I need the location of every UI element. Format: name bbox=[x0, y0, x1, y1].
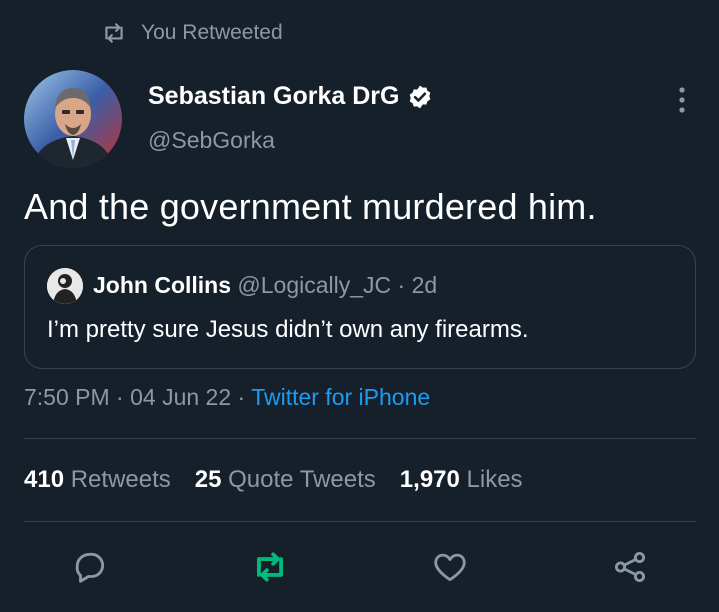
meta-separator: · bbox=[237, 384, 246, 410]
likes-stat[interactable]: 1,970 Likes bbox=[400, 466, 523, 494]
likes-count: 1,970 bbox=[399, 466, 460, 493]
quote-text: I’m pretty sure Jesus didn’t own any fir… bbox=[47, 316, 529, 343]
retweet-icon bbox=[105, 23, 123, 43]
quote-avatar[interactable] bbox=[47, 268, 83, 304]
tweet-meta: 7:50 PM · 04 Jun 22 · Twitter for iPhone bbox=[24, 384, 430, 411]
like-icon[interactable] bbox=[431, 548, 469, 586]
retweets-stat[interactable]: 410 Retweets bbox=[24, 466, 171, 494]
likes-label: Likes bbox=[466, 466, 523, 493]
retweets-count: 410 bbox=[24, 466, 65, 493]
verified-badge-icon bbox=[410, 85, 431, 108]
share-icon[interactable] bbox=[611, 548, 649, 586]
retweet-icon[interactable] bbox=[251, 548, 289, 586]
tweet-date[interactable]: 04 Jun 22 bbox=[130, 384, 231, 410]
tweet-text: And the government murdered him. bbox=[24, 186, 597, 227]
quoted-tweet[interactable]: John Collins @Logically_JC · 2d I’m pret… bbox=[24, 245, 696, 369]
author-name-text[interactable]: Sebastian Gorka DrG bbox=[148, 82, 399, 111]
quote-header: John Collins @Logically_JC · 2d bbox=[93, 272, 437, 299]
quote-author-name[interactable]: John Collins bbox=[93, 272, 231, 298]
quotes-count: 25 bbox=[194, 466, 222, 493]
quotes-stat[interactable]: 25 Quote Tweets bbox=[195, 466, 376, 494]
reply-icon[interactable] bbox=[71, 548, 109, 586]
quote-age: 2d bbox=[411, 272, 438, 298]
more-options-icon[interactable] bbox=[672, 86, 692, 114]
quote-author-handle[interactable]: @Logically_JC bbox=[237, 272, 391, 298]
author-name[interactable]: Sebastian Gorka DrG bbox=[148, 82, 433, 111]
retweet-banner: You Retweeted bbox=[101, 18, 283, 48]
retweet-banner-text: You Retweeted bbox=[141, 21, 283, 44]
author-avatar[interactable] bbox=[24, 70, 122, 168]
author-handle[interactable]: @SebGorka bbox=[148, 127, 275, 154]
tweet-time[interactable]: 7:50 PM bbox=[24, 384, 110, 410]
divider bbox=[24, 521, 696, 522]
divider bbox=[24, 438, 696, 439]
retweets-label: Retweets bbox=[70, 466, 171, 493]
quotes-label: Quote Tweets bbox=[228, 466, 376, 493]
quote-separator: · bbox=[397, 272, 406, 298]
tweet-stats: 410 Retweets 25 Quote Tweets 1,970 Likes bbox=[24, 466, 523, 494]
meta-separator: · bbox=[116, 384, 124, 410]
tweet-source-link[interactable]: Twitter for iPhone bbox=[251, 384, 430, 410]
